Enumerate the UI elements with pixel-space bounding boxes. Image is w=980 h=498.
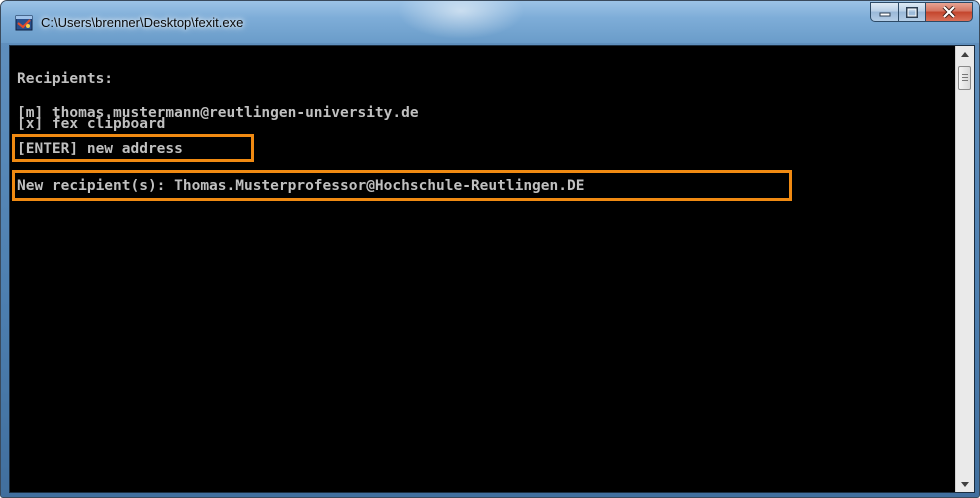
maximize-icon — [906, 6, 918, 18]
thumb-grip-line — [962, 74, 968, 75]
console-area[interactable]: Recipients: [m] thomas.mustermann@reutli… — [9, 45, 975, 493]
scroll-thumb[interactable] — [958, 66, 971, 90]
window-title: C:\Users\brenner\Desktop\fexit.exe — [41, 15, 244, 30]
console-app-icon — [15, 15, 33, 31]
close-button[interactable] — [925, 2, 973, 22]
console-output: Recipients: [m] thomas.mustermann@reutli… — [10, 46, 956, 492]
thumb-grip-line — [962, 80, 968, 81]
scroll-down-arrow-icon — [961, 481, 969, 487]
highlight-box-enter — [12, 134, 254, 162]
close-icon — [942, 6, 956, 18]
scroll-down-button[interactable] — [956, 476, 974, 492]
console-line-fex-clipboard: [x] fex clipboard — [17, 116, 166, 132]
scroll-up-button[interactable] — [956, 46, 974, 62]
thumb-grip-line — [962, 77, 968, 78]
vertical-scrollbar[interactable] — [955, 46, 974, 492]
title-bar[interactable]: C:\Users\brenner\Desktop\fexit.exe — [1, 1, 979, 43]
console-window: C:\Users\brenner\Desktop\fexit.exe Recip… — [0, 0, 980, 498]
scroll-up-arrow-icon — [961, 51, 969, 57]
caption-buttons — [870, 2, 973, 22]
highlight-box-new-recipient — [12, 170, 792, 201]
minimize-icon — [879, 12, 890, 17]
maximize-button[interactable] — [898, 2, 925, 22]
console-line-recipients-heading: Recipients: — [17, 71, 114, 87]
minimize-button[interactable] — [870, 2, 898, 22]
